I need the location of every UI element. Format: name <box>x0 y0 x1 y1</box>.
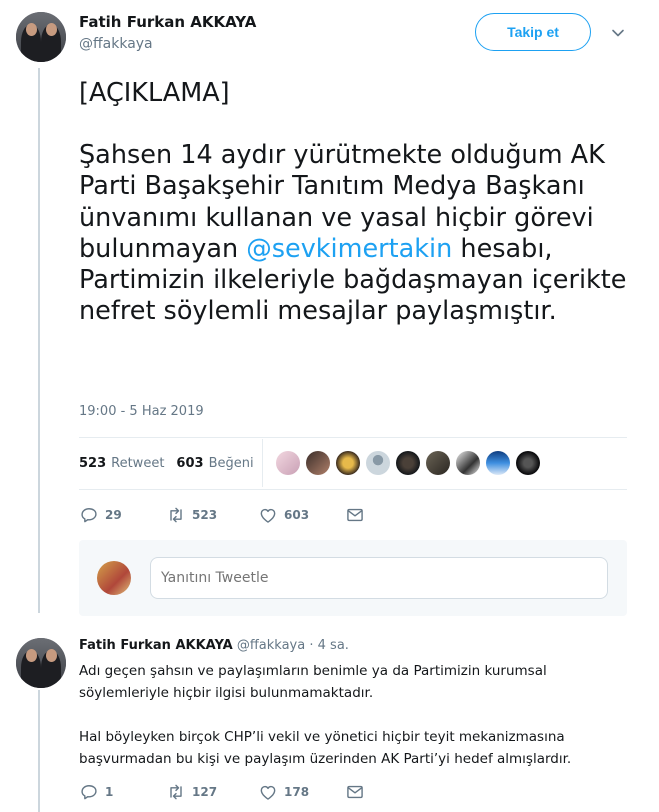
liker-avatar[interactable] <box>396 451 420 475</box>
reply-author-avatar[interactable] <box>16 638 66 688</box>
message-icon <box>347 785 363 799</box>
liker-avatar[interactable] <box>306 451 330 475</box>
message-icon <box>347 508 363 522</box>
liker-avatar[interactable] <box>456 451 480 475</box>
reply-button[interactable]: 29 <box>79 505 166 525</box>
retweet-icon <box>170 784 182 800</box>
author-handle[interactable]: @ffakkaya <box>79 36 153 52</box>
reply-icon <box>81 508 97 523</box>
liker-avatar[interactable] <box>366 451 390 475</box>
like-icon <box>260 785 276 800</box>
reply-composer <box>79 540 627 616</box>
liker-avatars <box>276 451 546 475</box>
reply-icon <box>81 785 97 800</box>
message-button[interactable] <box>345 505 365 525</box>
retweet-button[interactable]: 127 <box>166 782 258 802</box>
tweet-timestamp[interactable]: 19:00 - 5 Haz 2019 <box>79 404 204 419</box>
like-button[interactable]: 178 <box>258 782 345 802</box>
liker-avatar[interactable] <box>336 451 360 475</box>
thread-line <box>38 68 40 613</box>
follow-button[interactable]: Takip et <box>475 13 591 51</box>
retweet-icon <box>170 507 182 523</box>
liker-avatar[interactable] <box>426 451 450 475</box>
thread-line <box>38 690 40 812</box>
reply-author-name[interactable]: Fatih Furkan AKKAYA <box>79 638 233 653</box>
retweet-stat[interactable]: 523 Retweet <box>79 456 164 471</box>
engagement-stats: 523 Retweet 603 Beğeni <box>79 452 254 474</box>
divider <box>79 489 627 490</box>
reply-paragraph: Hal böyleyken birçok CHP’li vekil ve yön… <box>79 729 572 767</box>
reply-time[interactable]: · 4 sa. <box>309 638 349 653</box>
tweet-body: Şahsen 14 aydır yürütmekte olduğum AK Pa… <box>79 140 627 327</box>
reply-author-handle[interactable]: @ffakkaya <box>237 638 305 653</box>
reply-paragraph: Adı geçen şahsın ve paylaşımların beniml… <box>79 663 547 701</box>
author-name[interactable]: Fatih Furkan AKKAYA <box>79 13 256 31</box>
liker-avatar[interactable] <box>276 451 300 475</box>
like-stat[interactable]: 603 Beğeni <box>176 456 253 471</box>
tweet-text: [AÇIKLAMA] Şahsen 14 aydır yürütmekte ol… <box>79 78 639 327</box>
message-button[interactable] <box>345 782 365 802</box>
reply-button[interactable]: 1 <box>79 782 166 802</box>
current-user-avatar <box>97 561 131 595</box>
reply-input[interactable] <box>150 557 608 599</box>
mention-link[interactable]: @sevkimertakin <box>246 234 452 264</box>
chevron-down-icon[interactable] <box>609 24 627 42</box>
reply-tweet-header: Fatih Furkan AKKAYA @ffakkaya · 4 sa. <box>79 638 349 653</box>
like-icon <box>260 508 276 523</box>
retweet-button[interactable]: 523 <box>166 505 258 525</box>
reply-tweet-actions: 1 127 178 <box>79 782 365 802</box>
liker-avatar[interactable] <box>516 451 540 475</box>
stats-separator <box>262 439 263 487</box>
reply-tweet-text: Adı geçen şahsın ve paylaşımların beniml… <box>79 660 599 770</box>
divider <box>79 437 627 438</box>
like-button[interactable]: 603 <box>258 505 345 525</box>
tweet-actions: 29 523 603 <box>79 505 365 525</box>
author-avatar[interactable] <box>16 12 66 62</box>
liker-avatar[interactable] <box>486 451 510 475</box>
tweet-heading: [AÇIKLAMA] <box>79 78 230 108</box>
